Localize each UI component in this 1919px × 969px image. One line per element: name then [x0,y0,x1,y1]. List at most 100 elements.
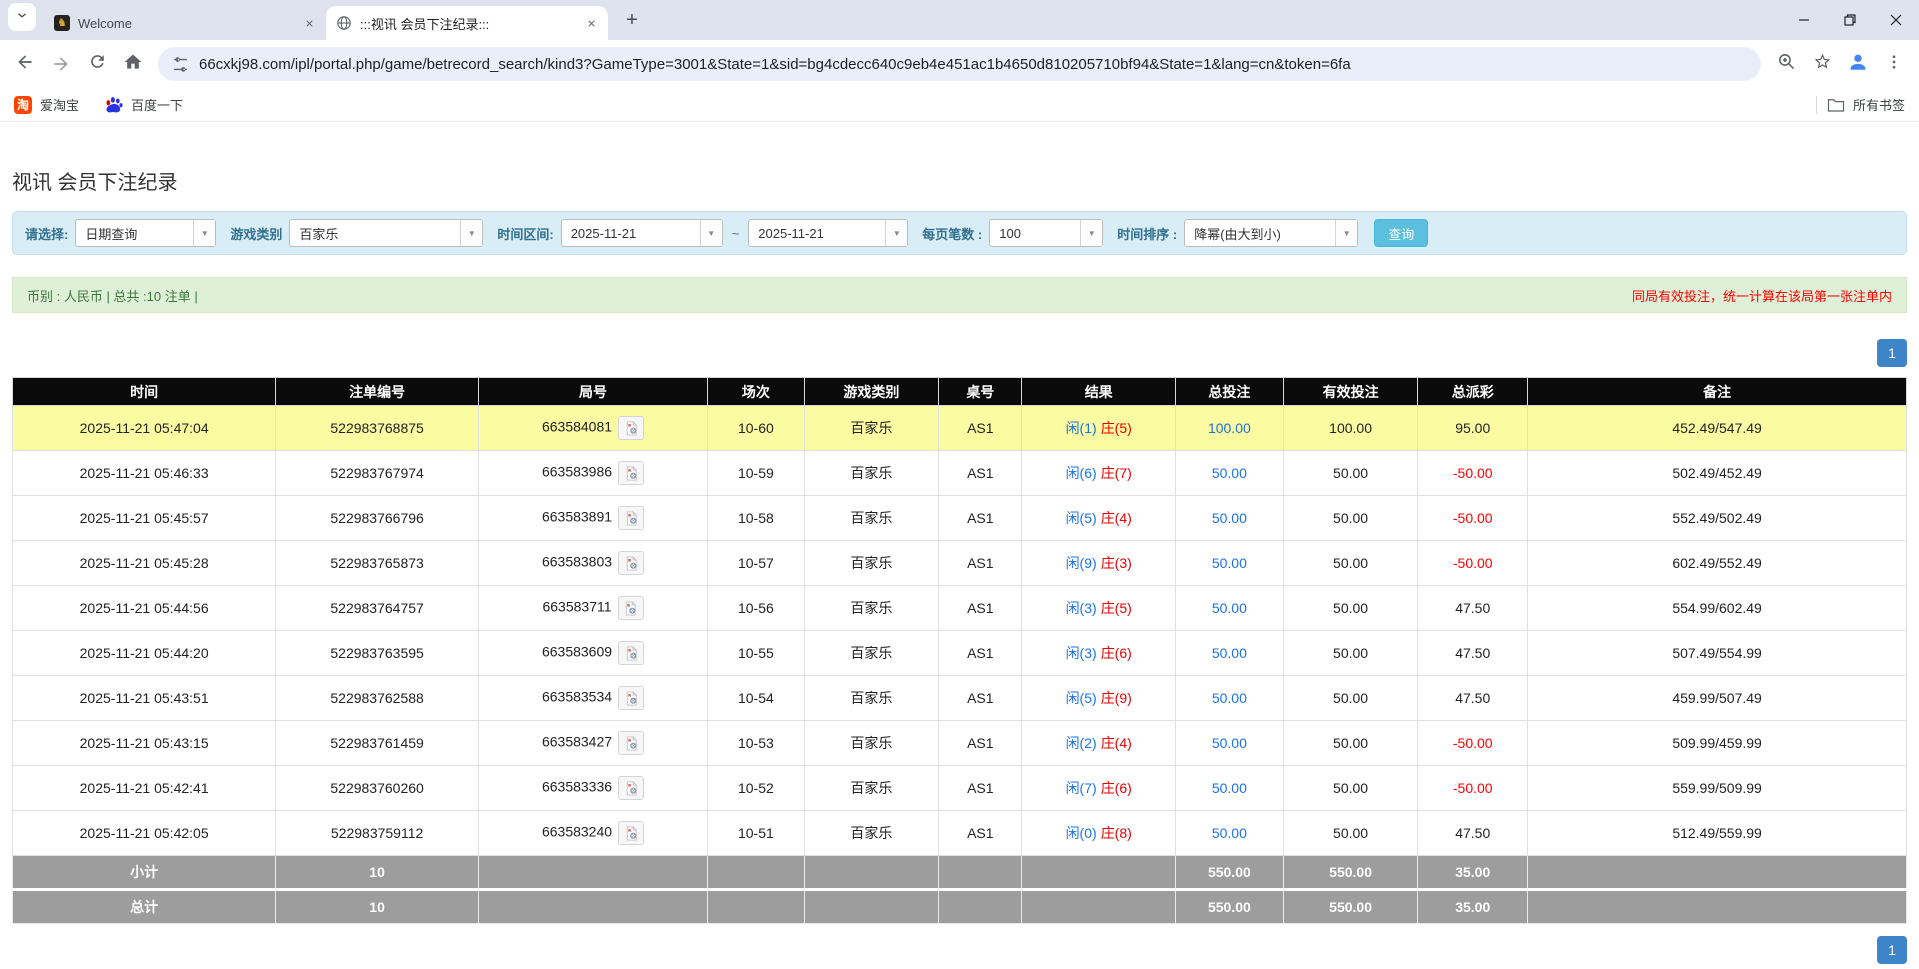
subtotal-valid-bet: 550.00 [1283,856,1417,890]
cell-note: 502.49/452.49 [1528,451,1907,496]
table-row: 2025-11-21 05:42:05 522983759112 6635832… [13,811,1907,856]
bookmark-baidu[interactable]: 百度一下 [105,95,183,114]
search-button[interactable]: 查询 [1374,219,1428,247]
table-row: 2025-11-21 05:45:28 522983765873 6635838… [13,541,1907,586]
cell-table-no: AS1 [939,721,1022,766]
cell-total-bet-link[interactable]: 50.00 [1175,451,1283,496]
header-note: 备注 [1528,378,1907,406]
header-total-bet: 总投注 [1175,378,1283,406]
film-icon [624,646,639,661]
video-replay-button[interactable] [618,686,644,710]
total-count: 10 [276,890,479,924]
cell-bet-id: 522983765873 [276,541,479,586]
restore-button[interactable] [1827,0,1873,40]
video-replay-button[interactable] [618,641,644,665]
result-banker: 庄(6) [1101,780,1132,796]
all-bookmarks-label: 所有书签 [1853,95,1905,114]
video-replay-button[interactable] [618,416,644,440]
cell-round-id: 663583240 [478,811,707,856]
date-to-value: 2025-11-21 [749,220,885,246]
home-icon [123,52,143,77]
page-size-dropdown[interactable]: 100 ▼ [989,219,1103,247]
video-replay-button[interactable] [618,731,644,755]
video-replay-button[interactable] [618,506,644,530]
cell-total-bet-link[interactable]: 50.00 [1175,721,1283,766]
cell-payout: -50.00 [1418,496,1528,541]
cell-bet-id: 522983763595 [276,631,479,676]
home-button[interactable] [116,47,150,81]
table-row: 2025-11-21 05:43:51 522983762588 6635835… [13,676,1907,721]
cell-total-bet-link[interactable]: 50.00 [1175,541,1283,586]
cell-payout: -50.00 [1418,721,1528,766]
back-button[interactable] [8,47,42,81]
cell-total-bet-link[interactable]: 50.00 [1175,766,1283,811]
subtotal-count: 10 [276,856,479,890]
address-bar[interactable]: 66cxkj98.com/ipl/portal.php/game/betreco… [158,47,1761,81]
header-payout: 总派彩 [1418,378,1528,406]
game-type-dropdown[interactable]: 百家乐 ▼ [289,219,483,247]
baidu-paw-icon [105,96,123,114]
cell-total-bet-link[interactable]: 50.00 [1175,676,1283,721]
result-banker: 庄(4) [1101,510,1132,526]
zoom-button[interactable] [1769,47,1803,81]
all-bookmarks-button[interactable]: 所有书签 [1827,95,1905,114]
page-1-button[interactable]: 1 [1877,936,1907,964]
back-arrow-icon [15,52,35,77]
video-replay-button[interactable] [618,551,644,575]
table-row: 2025-11-21 05:44:20 522983763595 6635836… [13,631,1907,676]
cell-note: 559.99/509.99 [1528,766,1907,811]
cell-time: 2025-11-21 05:42:41 [13,766,276,811]
reload-button[interactable] [80,47,114,81]
table-row: 2025-11-21 05:42:41 522983760260 6635833… [13,766,1907,811]
cell-total-bet-link[interactable]: 50.00 [1175,586,1283,631]
minimize-button[interactable] [1781,0,1827,40]
cell-game-type: 百家乐 [804,406,938,451]
close-window-button[interactable] [1873,0,1919,40]
video-replay-button[interactable] [618,461,644,485]
cell-result: 闲(9)庄(3) [1022,541,1175,586]
page-1-button[interactable]: 1 [1877,339,1907,367]
close-tab-icon[interactable] [300,14,318,32]
cell-total-bet-link[interactable]: 100.00 [1175,406,1283,451]
table-row: 2025-11-21 05:43:15 522983761459 6635834… [13,721,1907,766]
round-id-text: 663583609 [542,644,612,660]
date-from-dropdown[interactable]: 2025-11-21 ▼ [561,219,723,247]
query-type-dropdown[interactable]: 日期查询 ▼ [75,219,216,247]
cell-session: 10-60 [708,406,805,451]
profile-button[interactable] [1841,47,1875,81]
cell-valid-bet: 50.00 [1283,496,1417,541]
bookmark-taobao[interactable]: 淘 爱淘宝 [14,95,79,114]
cell-round-id: 663583986 [478,451,707,496]
forward-button[interactable] [44,47,78,81]
subtotal-total-bet: 550.00 [1175,856,1283,890]
close-tab-icon[interactable] [582,14,600,32]
cell-result: 闲(1)庄(5) [1022,406,1175,451]
tab-betrecord-title: :::视讯 会员下注纪录::: [360,14,574,33]
site-info-icon[interactable] [172,56,189,73]
cell-total-bet-link[interactable]: 50.00 [1175,496,1283,541]
cell-table-no: AS1 [939,451,1022,496]
cell-payout: -50.00 [1418,451,1528,496]
cell-valid-bet: 50.00 [1283,586,1417,631]
date-to-dropdown[interactable]: 2025-11-21 ▼ [748,219,908,247]
video-replay-button[interactable] [618,821,644,845]
tab-betrecord[interactable]: :::视讯 会员下注纪录::: [326,6,608,40]
cell-result: 闲(3)庄(5) [1022,586,1175,631]
tab-welcome[interactable]: ♞ Welcome [44,6,326,40]
tab-search-button[interactable] [8,3,36,31]
cell-result: 闲(7)庄(6) [1022,766,1175,811]
bookmark-star-button[interactable] [1805,47,1839,81]
cell-payout: 47.50 [1418,631,1528,676]
cell-session: 10-56 [708,586,805,631]
cell-total-bet-link[interactable]: 50.00 [1175,811,1283,856]
time-order-dropdown[interactable]: 降幂(由大到小) ▼ [1184,219,1358,247]
video-replay-button[interactable] [618,596,644,620]
cell-total-bet-link[interactable]: 50.00 [1175,631,1283,676]
url-text: 66cxkj98.com/ipl/portal.php/game/betreco… [199,56,1747,73]
browser-menu-button[interactable] [1877,47,1911,81]
film-icon [623,601,638,616]
header-round-id: 局号 [478,378,707,406]
video-replay-button[interactable] [618,776,644,800]
new-tab-button[interactable]: + [618,6,646,34]
time-order-value: 降幂(由大到小) [1185,220,1335,246]
